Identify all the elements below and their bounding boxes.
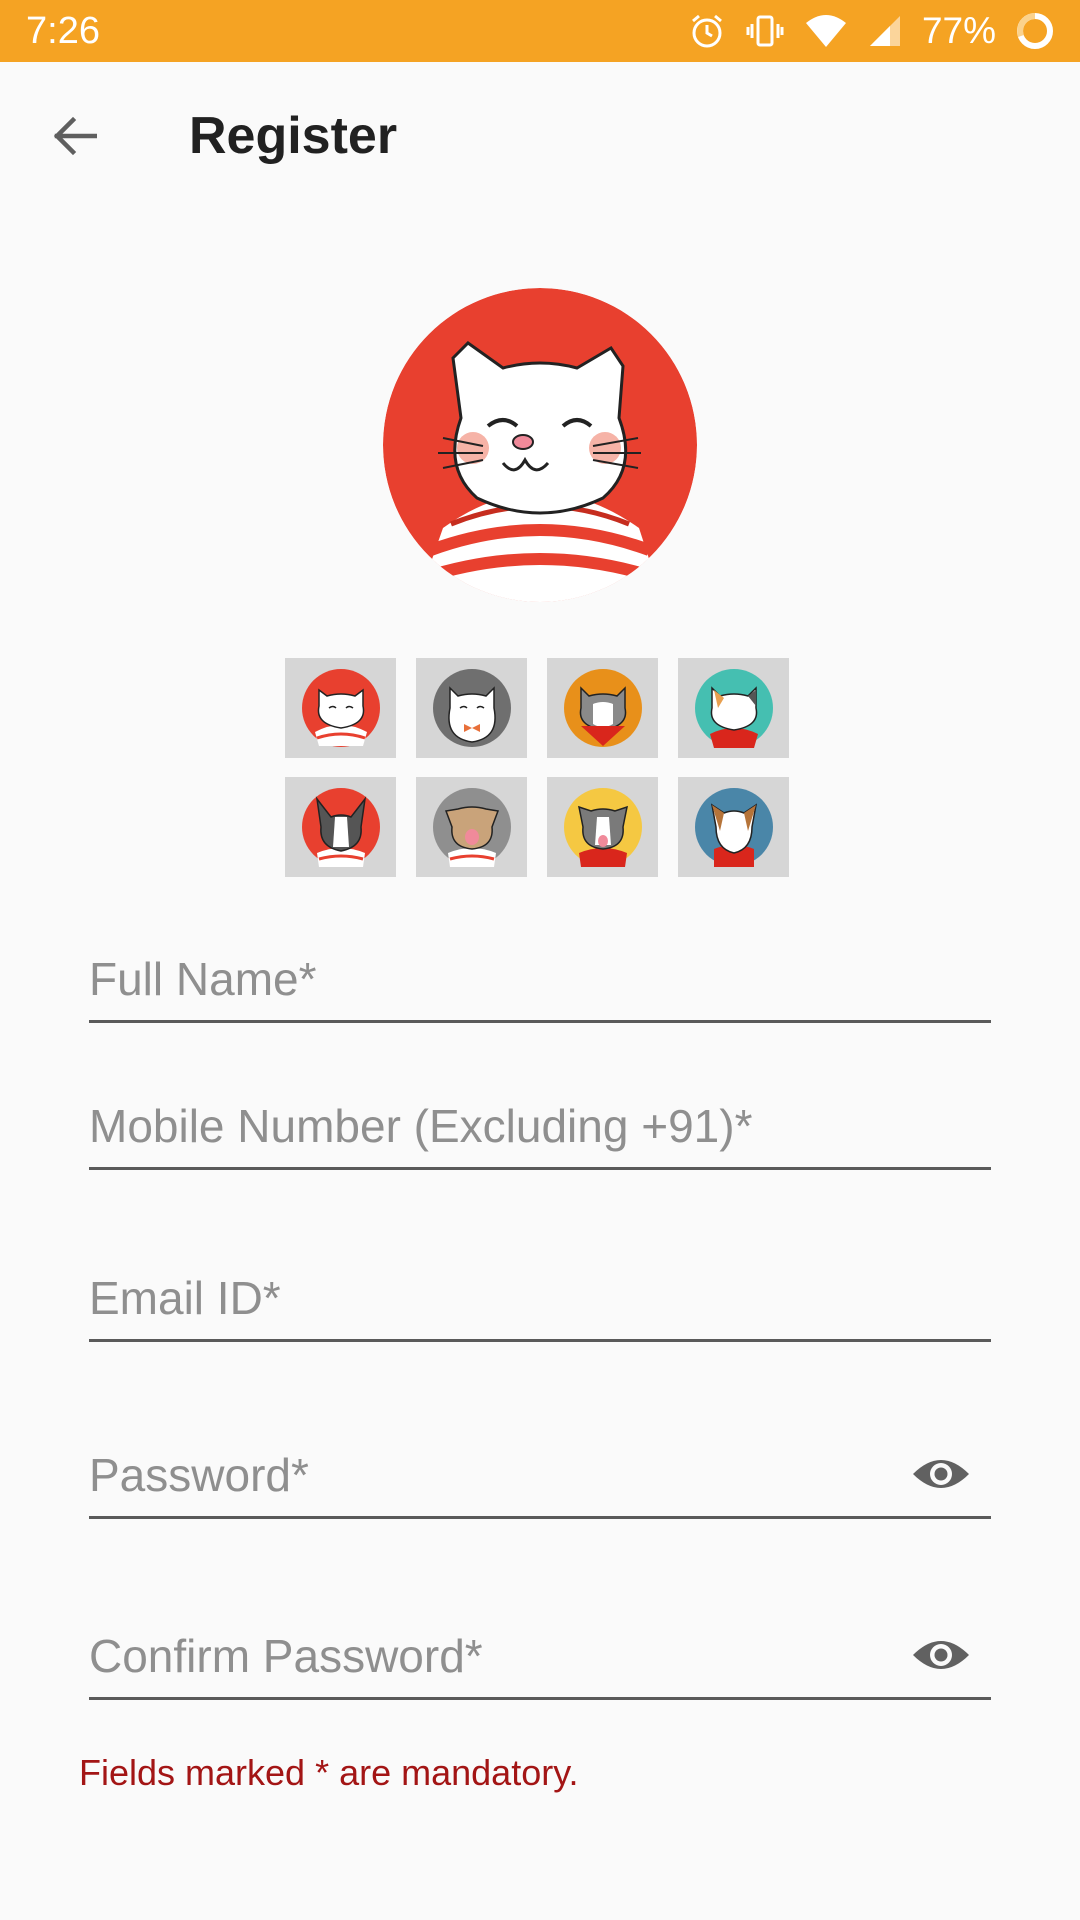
- battery-text: 77%: [921, 10, 996, 51]
- eye-icon: [911, 1635, 971, 1680]
- mobile-number-field: [89, 1099, 991, 1170]
- alarm-icon: [688, 12, 726, 50]
- confirm-password-field: [89, 1629, 991, 1700]
- status-bar: 7:26 77%: [0, 0, 1080, 62]
- mandatory-fields-note: Fields marked * are mandatory.: [79, 1752, 579, 1793]
- cat-avatar-icon: [383, 288, 697, 602]
- email-input[interactable]: [89, 1271, 991, 1339]
- avatar-option[interactable]: [547, 777, 658, 877]
- signal-icon: [868, 14, 902, 48]
- avatar-option[interactable]: [416, 777, 527, 877]
- email-field: [89, 1271, 991, 1342]
- cat-orange-bandana-icon: [563, 669, 642, 747]
- selected-avatar[interactable]: [383, 288, 697, 602]
- toggle-password-visibility-button[interactable]: [911, 1454, 971, 1498]
- avatar-option[interactable]: [678, 777, 789, 877]
- avatar-option[interactable]: [416, 658, 527, 758]
- cat-teal-calico-icon: [694, 669, 773, 748]
- avatar-option[interactable]: [678, 658, 789, 758]
- cat-grey-bowtie-icon: [432, 669, 511, 747]
- full-name-input[interactable]: [89, 952, 991, 1020]
- status-icons: 77%: [688, 10, 1054, 52]
- avatar-option[interactable]: [547, 658, 658, 758]
- vibrate-icon: [746, 12, 784, 50]
- eye-icon: [911, 1454, 971, 1499]
- avatar-grid: [285, 658, 790, 877]
- mobile-number-input[interactable]: [89, 1099, 991, 1167]
- dog-red-bulldog-icon: [301, 788, 380, 867]
- avatar-option[interactable]: [285, 777, 396, 877]
- dog-yellow-pitbull-icon: [563, 788, 642, 867]
- app-bar: Register: [0, 62, 1080, 212]
- confirm-password-input[interactable]: [89, 1629, 991, 1697]
- back-button[interactable]: [44, 110, 104, 166]
- page-title: Register: [189, 107, 398, 165]
- password-field: [89, 1448, 991, 1519]
- arrow-left-icon: [51, 116, 98, 161]
- status-time: 7:26: [26, 9, 100, 52]
- cat-red-striped-icon: [301, 669, 380, 747]
- battery-ring-icon: [1016, 12, 1054, 50]
- full-name-field: [89, 952, 991, 1023]
- dog-grey-pug-icon: [432, 788, 511, 867]
- avatar-option[interactable]: [285, 658, 396, 758]
- wifi-icon: [804, 13, 848, 49]
- toggle-confirm-password-visibility-button[interactable]: [911, 1635, 971, 1679]
- dog-blue-terrier-icon: [694, 788, 773, 867]
- password-input[interactable]: [89, 1448, 991, 1516]
